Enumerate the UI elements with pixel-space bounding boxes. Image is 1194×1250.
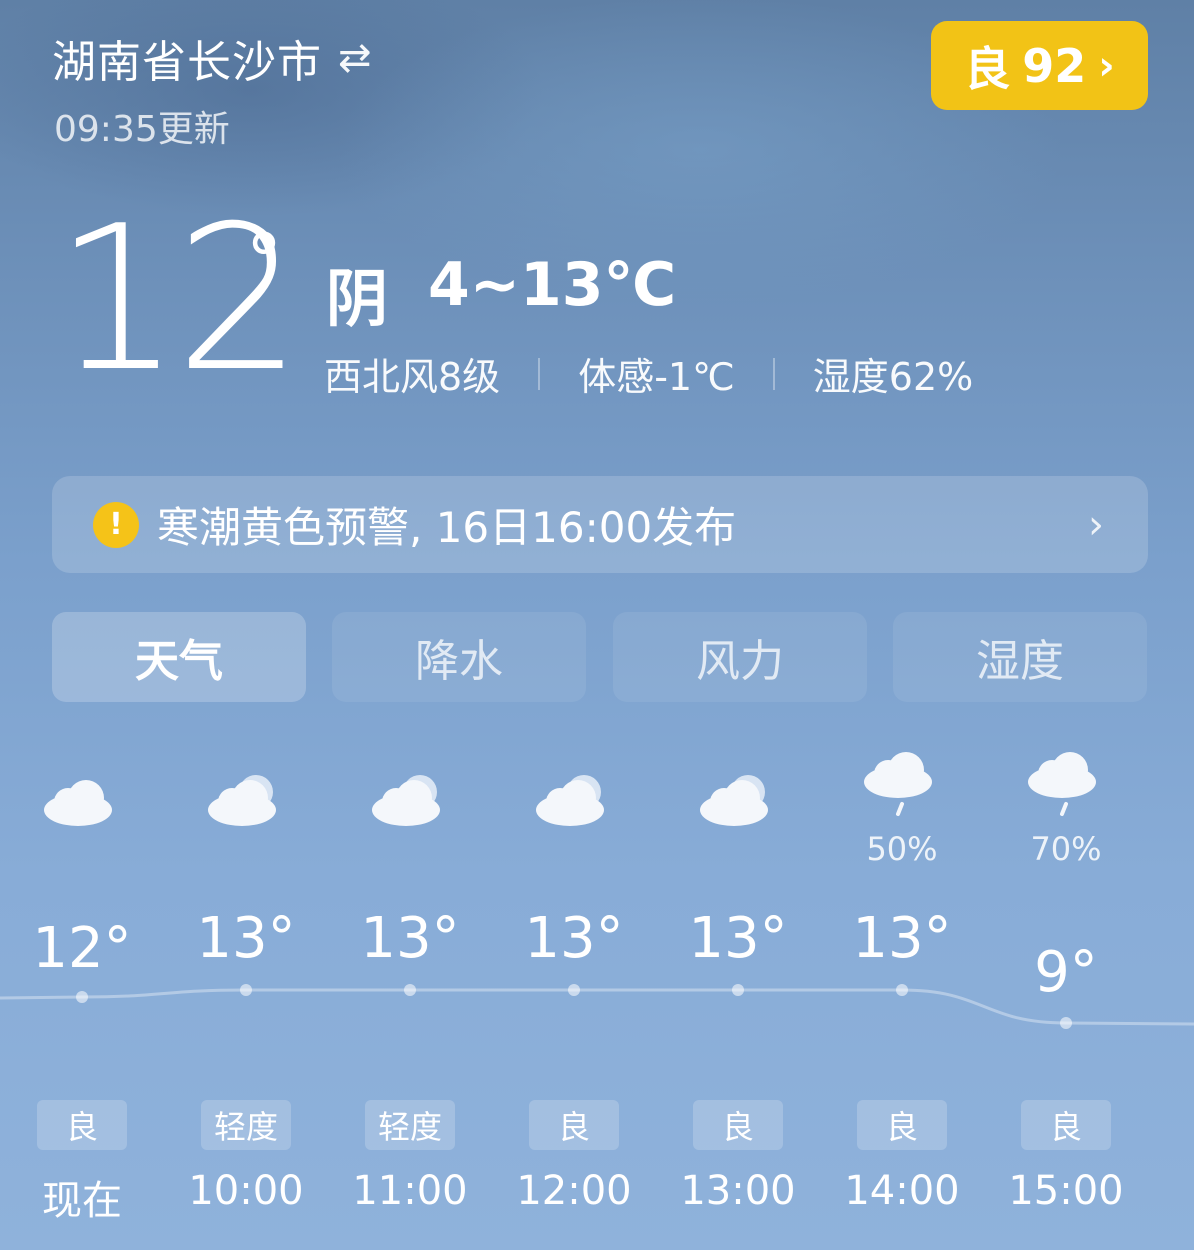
aqi-chip: 轻度 <box>365 1100 455 1150</box>
location-name: 湖南省长沙市 <box>52 37 322 88</box>
hourly-time: 现在 <box>42 1178 122 1224</box>
aqi-chip: 良 <box>529 1100 619 1150</box>
tab-precipitation[interactable]: 降水 <box>332 612 586 702</box>
hourly-time: 15:00 <box>1008 1168 1124 1214</box>
aqi-chip: 良 <box>1021 1100 1111 1150</box>
precip-probability: 50% <box>866 830 938 868</box>
hourly-temperature: 9° <box>1034 940 1098 1005</box>
temperature-point <box>896 984 908 996</box>
light-rain-icon <box>820 742 984 826</box>
temperature-range: 4~13℃ <box>428 250 677 320</box>
aqi-chip: 良 <box>857 1100 947 1150</box>
aqi-label: 良 <box>964 41 1011 96</box>
temperature-point <box>1060 1017 1072 1029</box>
aqi-badge[interactable]: 良 92 › <box>931 21 1148 110</box>
partly-cloudy-icon <box>492 770 656 854</box>
aqi-chip: 轻度 <box>201 1100 291 1150</box>
temperature-point <box>568 984 580 996</box>
tab-humidity[interactable]: 湿度 <box>893 612 1147 702</box>
aqi-chip: 良 <box>37 1100 127 1150</box>
partly-cloudy-icon <box>328 770 492 854</box>
humidity: 湿度62% <box>812 355 974 399</box>
update-time: 09:35更新 <box>54 109 230 150</box>
hourly-time: 14:00 <box>844 1168 960 1214</box>
light-rain-icon <box>984 742 1148 826</box>
hourly-temperature: 13° <box>196 906 296 971</box>
hourly-temperature: 13° <box>688 906 788 971</box>
tab-weather[interactable]: 天气 <box>52 612 306 702</box>
temperature-point <box>732 984 744 996</box>
hourly-time: 11:00 <box>352 1168 468 1214</box>
weather-details: 西北风8级 体感-1℃ 湿度62% <box>324 346 973 401</box>
temperature-point <box>404 984 416 996</box>
partly-cloudy-icon <box>656 770 820 854</box>
partly-cloudy-icon <box>164 770 328 854</box>
hourly-temperature: 13° <box>360 906 460 971</box>
hourly-temperature: 13° <box>524 906 624 971</box>
hourly-temperature: 13° <box>852 906 952 971</box>
temperature-point <box>240 984 252 996</box>
feels-like: 体感-1℃ <box>578 355 735 399</box>
warning-icon: ! <box>93 501 139 548</box>
aqi-chip: 良 <box>693 1100 783 1150</box>
divider <box>538 357 541 390</box>
chevron-right-icon: › <box>1098 42 1115 89</box>
degree-symbol: ° <box>246 218 282 302</box>
hourly-time: 12:00 <box>516 1168 632 1214</box>
temperature-point <box>76 991 88 1003</box>
weather-alert-bar[interactable]: ! 寒潮黄色预警, 16日16:00发布 › <box>52 476 1148 573</box>
hourly-temperature: 12° <box>32 916 132 981</box>
hourly-time: 10:00 <box>188 1168 304 1214</box>
chevron-right-icon: › <box>1088 501 1104 548</box>
divider <box>772 357 775 390</box>
swap-location-icon[interactable]: ⇄ <box>338 35 373 81</box>
precip-probability: 70% <box>1030 830 1102 868</box>
aqi-value: 92 <box>1022 38 1087 93</box>
hourly-time: 13:00 <box>680 1168 796 1214</box>
tab-wind[interactable]: 风力 <box>613 612 867 702</box>
wind-info: 西北风8级 <box>324 355 501 399</box>
location-title[interactable]: 湖南省长沙市 ⇄ <box>52 26 373 90</box>
weather-condition: 阴 <box>326 262 389 335</box>
cloudy-icon <box>0 770 164 854</box>
alert-text: 寒潮黄色预警, 16日16:00发布 <box>157 503 737 552</box>
